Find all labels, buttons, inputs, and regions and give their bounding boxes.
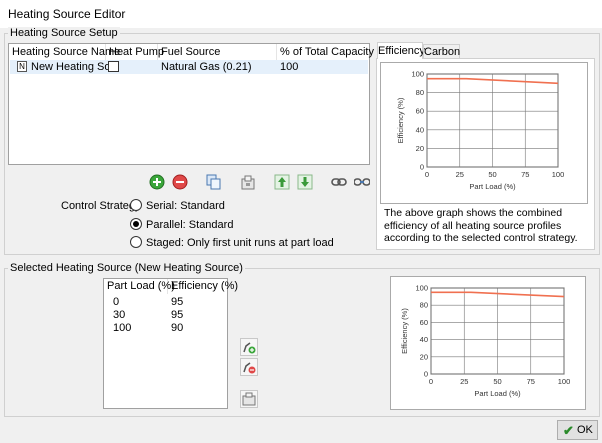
table-row[interactable]: 30 95 xyxy=(104,309,227,322)
copy-button[interactable] xyxy=(205,173,223,191)
check-icon: ✔ xyxy=(563,423,574,438)
y-tick-label: 60 xyxy=(416,107,424,116)
efficiency-cell[interactable]: 90 xyxy=(171,322,183,335)
combined-chart-note: The above graph shows the combined effic… xyxy=(384,207,578,244)
efficiency-cell[interactable]: 95 xyxy=(171,309,183,322)
parallel-option-label[interactable]: Parallel: Standard xyxy=(146,219,233,231)
row-name: New Heating So... xyxy=(31,61,120,73)
x-tick-label: 25 xyxy=(456,170,464,179)
selected-source-svg: 0 25 50 75 100 0 20 40 60 80 100 Part Load (%) Effic… xyxy=(400,284,571,399)
combined-efficiency-chart: 0 25 50 75 100 0 20 40 60 80 100 Part Load (%) Effic… xyxy=(380,62,588,204)
x-tick-label: 50 xyxy=(488,170,496,179)
table-row[interactable]: N New Heating So... Natural Gas (0.21) 1… xyxy=(10,60,368,74)
serial-option-label[interactable]: Serial: Standard xyxy=(146,200,225,212)
y-tick-label: 40 xyxy=(420,335,428,344)
selected-source-chart: 0 25 50 75 100 0 20 40 60 80 100 Part Load (%) Effic… xyxy=(390,276,586,410)
add-icon xyxy=(149,174,165,190)
add-point-icon xyxy=(243,342,256,354)
control-strategy-label: Control Strategy xyxy=(61,200,141,212)
ok-button[interactable]: ✔ OK xyxy=(557,420,598,440)
table-row[interactable]: 0 95 xyxy=(104,296,227,309)
add-button[interactable] xyxy=(148,173,166,191)
link-icon xyxy=(331,178,347,186)
library-button[interactable] xyxy=(239,173,257,191)
remove-button[interactable] xyxy=(171,173,189,191)
tab-efficiency[interactable]: Efficiency xyxy=(377,42,425,59)
move-down-button[interactable] xyxy=(296,173,314,191)
part-load-cell[interactable]: 0 xyxy=(113,296,119,309)
move-up-icon xyxy=(274,174,290,190)
x-tick-label: 50 xyxy=(493,377,501,386)
table-row[interactable]: 100 90 xyxy=(104,322,227,335)
staged-radio[interactable] xyxy=(130,236,142,248)
y-tick-label: 20 xyxy=(416,144,424,153)
x-axis-label: Part Load (%) xyxy=(469,182,516,191)
x-tick-label: 25 xyxy=(460,377,468,386)
copy-icon xyxy=(206,174,221,190)
combined-efficiency-svg: 0 25 50 75 100 0 20 40 60 80 100 Part Load (%) Effic… xyxy=(396,70,565,192)
col-header-efficiency[interactable]: Efficiency (%) xyxy=(168,279,238,294)
library-icon xyxy=(241,175,255,190)
remove-icon xyxy=(172,174,188,190)
tab-carbon[interactable]: Carbon xyxy=(423,44,460,59)
staged-option-label[interactable]: Staged: Only first unit runs at part loa… xyxy=(146,237,334,249)
unlink-icon xyxy=(354,178,370,186)
col-header-part-load[interactable]: Part Load (%) xyxy=(104,279,175,294)
heat-pump-checkbox[interactable] xyxy=(108,61,119,72)
part-load-table[interactable]: Part Load (%) Efficiency (%) 0 95 30 95 100 9… xyxy=(103,278,238,409)
remove-point-icon xyxy=(243,362,256,374)
x-tick-label: 75 xyxy=(527,377,535,386)
link-button[interactable] xyxy=(330,173,348,191)
col-header-name[interactable]: Heating Source Name xyxy=(9,44,120,60)
col-header-fuel[interactable]: Fuel Source xyxy=(158,44,277,60)
x-tick-label: 100 xyxy=(558,377,571,386)
y-axis-label: Efficiency (%) xyxy=(400,308,409,354)
y-tick-label: 40 xyxy=(416,125,424,134)
selected-source-label: Selected Heating Source (New Heating Sou… xyxy=(8,262,245,274)
y-tick-label: 80 xyxy=(420,301,428,310)
parallel-radio[interactable] xyxy=(130,218,142,230)
library-icon xyxy=(242,392,256,406)
x-tick-label: 75 xyxy=(521,170,529,179)
y-tick-label: 80 xyxy=(416,88,424,97)
x-tick-label: 0 xyxy=(425,170,429,179)
library-button-2[interactable] xyxy=(240,390,258,408)
x-axis-label: Part Load (%) xyxy=(474,389,521,398)
ok-label: OK xyxy=(577,424,593,436)
y-tick-label: 60 xyxy=(420,318,428,327)
heating-source-icon: N xyxy=(17,61,27,72)
col-header-heat-pump[interactable]: Heat Pump xyxy=(106,44,164,60)
y-tick-label: 100 xyxy=(411,70,424,79)
col-header-capacity[interactable]: % of Total Capacity xyxy=(277,44,374,60)
efficiency-cell[interactable]: 95 xyxy=(171,296,183,309)
y-tick-label: 0 xyxy=(424,370,428,379)
move-up-button[interactable] xyxy=(273,173,291,191)
part-load-cell[interactable]: 100 xyxy=(113,322,131,335)
move-down-icon xyxy=(297,174,313,190)
y-tick-label: 100 xyxy=(415,284,428,293)
x-tick-label: 100 xyxy=(552,170,565,179)
y-axis-label: Efficiency (%) xyxy=(396,97,405,143)
x-tick-label: 0 xyxy=(429,377,433,386)
y-tick-label: 0 xyxy=(420,163,424,172)
title-bar: Heating Source Editor xyxy=(0,0,602,28)
row-fuel: Natural Gas (0.21) xyxy=(161,61,252,73)
remove-point-button[interactable] xyxy=(240,358,258,376)
row-capacity: 100 xyxy=(280,61,299,73)
serial-radio[interactable] xyxy=(130,199,142,211)
window-title: Heating Source Editor xyxy=(8,7,126,21)
unlink-button[interactable] xyxy=(353,173,371,191)
part-load-cell[interactable]: 30 xyxy=(113,309,125,322)
y-tick-label: 20 xyxy=(420,352,428,361)
heating-source-list[interactable]: Heating Source Name Heat Pump Fuel Sourc… xyxy=(8,43,374,165)
heating-source-setup-label: Heating Source Setup xyxy=(8,27,120,39)
add-point-button[interactable] xyxy=(240,338,258,356)
